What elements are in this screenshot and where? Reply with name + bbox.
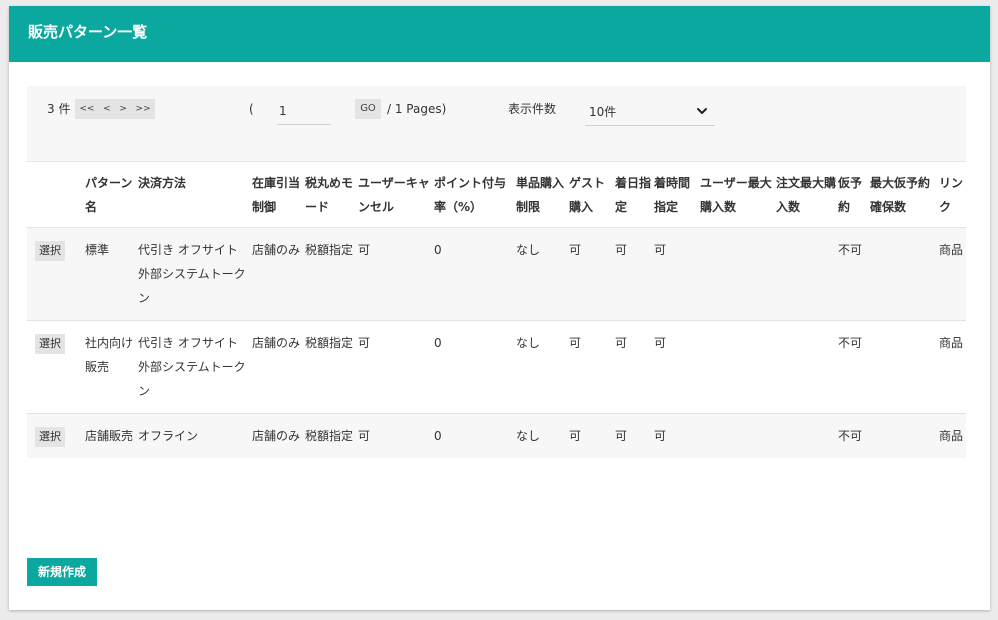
go-button[interactable]: GO (355, 99, 381, 119)
table-cell: 標準 (85, 243, 110, 257)
table-cell: なし (516, 243, 541, 257)
table-cell (776, 321, 838, 414)
table-cell (700, 414, 776, 459)
table-cell: 可 (569, 429, 582, 443)
select-button[interactable]: 選択 (35, 427, 65, 447)
table-header-row: パターン名 決済方法 在庫引当制御 税丸めモード ユーザーキャンセル ポイント付… (27, 161, 966, 228)
card-header: 販売パターン一覧 (9, 6, 990, 62)
table-cell: 可 (569, 243, 582, 257)
table-cell: 可 (615, 243, 628, 257)
column-header-tax-rounding: 税丸めモード (305, 176, 354, 214)
select-button[interactable]: 選択 (35, 334, 65, 354)
page-nav-group: << < > >> (75, 99, 155, 119)
column-header-guest-purchase: ゲスト購入 (569, 176, 606, 214)
table-cell: 税額指定 (305, 429, 354, 443)
table-cell (776, 414, 838, 459)
table-cell: 0 (434, 336, 442, 350)
table-cell: 可 (654, 336, 667, 350)
table-cell: 店舗販売 (85, 429, 134, 443)
table-cell: 税額指定 (305, 243, 354, 257)
sales-pattern-card: 販売パターン一覧 3 件 << < > >> ( GO / 1 Pages) 表… (9, 6, 990, 610)
table-cell: 代引き オフサイト 外部システムトークン (138, 336, 246, 398)
column-header-user-max: ユーザー最大購入数 (700, 176, 772, 214)
page-number-input[interactable] (277, 97, 331, 125)
column-header-point-rate: ポイント付与率（%） (434, 176, 507, 214)
table-cell: 不可 (838, 243, 863, 257)
next-page-button[interactable]: > (117, 104, 129, 114)
column-header-order-max: 注文最大購入数 (776, 176, 837, 214)
table-cell (700, 321, 776, 414)
table-cell (700, 228, 776, 321)
create-new-button[interactable]: 新規作成 (27, 558, 97, 586)
table-cell: 可 (569, 336, 582, 350)
column-header-stock-control: 在庫引当制御 (252, 176, 301, 214)
table-cell: オフライン (138, 429, 199, 443)
total-pages-text: / 1 Pages) (387, 102, 447, 116)
table-cell: 代引き オフサイト 外部システムトークン (138, 243, 246, 305)
chevron-down-icon (697, 108, 707, 114)
per-page-value: 10件 (589, 105, 617, 119)
column-header-provisional: 仮予約 (838, 176, 863, 214)
per-page-label: 表示件数 (508, 102, 557, 116)
column-header-user-cancel: ユーザーキャンセル (358, 176, 430, 214)
table-cell: 店舗のみ (252, 243, 301, 257)
page-open-paren: ( (249, 102, 254, 116)
column-header-link: リンク (939, 176, 964, 214)
column-header-payment-method: 決済方法 (138, 176, 187, 190)
table-cell: 可 (654, 243, 667, 257)
table-cell (870, 414, 939, 459)
table-cell (870, 321, 939, 414)
column-header-delivery-date: 着日指定 (615, 176, 652, 214)
link-cell[interactable]: 商品 (939, 414, 966, 459)
column-header-single-limit: 単品購入制限 (516, 176, 565, 214)
per-page-select[interactable]: 10件 (585, 97, 715, 126)
table-cell: 不可 (838, 429, 863, 443)
table-cell: なし (516, 336, 541, 350)
column-header-pattern-name: パターン名 (85, 176, 133, 214)
select-button[interactable]: 選択 (35, 241, 65, 261)
prev-page-button[interactable]: < (101, 104, 113, 114)
column-header-max-provisional: 最大仮予約確保数 (870, 176, 931, 214)
table-cell: 可 (358, 243, 371, 257)
pagination-bar: 3 件 << < > >> ( GO / 1 Pages) 表示件数 10件 (27, 86, 966, 161)
table-row: 選択 店舗販売 オフライン 店舗のみ 税額指定 可 0 なし 可 可 可 不可 … (27, 413, 966, 459)
table-cell: 店舗のみ (252, 429, 301, 443)
column-header (27, 162, 85, 228)
table-cell: 可 (654, 429, 667, 443)
table-cell: 店舗のみ (252, 336, 301, 350)
table-cell (870, 228, 939, 321)
table-cell: なし (516, 429, 541, 443)
table-cell: 不可 (838, 336, 863, 350)
result-count: 3 件 (47, 102, 71, 116)
table-cell: 0 (434, 429, 442, 443)
link-cell[interactable]: 商品 (939, 228, 966, 321)
table-cell: 可 (615, 336, 628, 350)
page-title: 販売パターン一覧 (28, 23, 148, 41)
table-cell: 可 (615, 429, 628, 443)
column-header-delivery-time: 着時間指定 (654, 176, 691, 214)
table-cell: 社内向け販売 (85, 336, 134, 374)
table-cell: 可 (358, 429, 371, 443)
link-cell[interactable]: 商品 (939, 321, 966, 414)
table-row: 選択 標準 代引き オフサイト 外部システムトークン 店舗のみ 税額指定 可 0… (27, 227, 966, 321)
table-row: 選択 社内向け販売 代引き オフサイト 外部システムトークン 店舗のみ 税額指定… (27, 320, 966, 414)
first-page-button[interactable]: << (77, 104, 96, 114)
table-cell: 0 (434, 243, 442, 257)
table-cell: 税額指定 (305, 336, 354, 350)
last-page-button[interactable]: >> (134, 104, 153, 114)
sales-pattern-table: パターン名 決済方法 在庫引当制御 税丸めモード ユーザーキャンセル ポイント付… (27, 161, 966, 458)
table-cell (776, 228, 838, 321)
table-cell: 可 (358, 336, 371, 350)
